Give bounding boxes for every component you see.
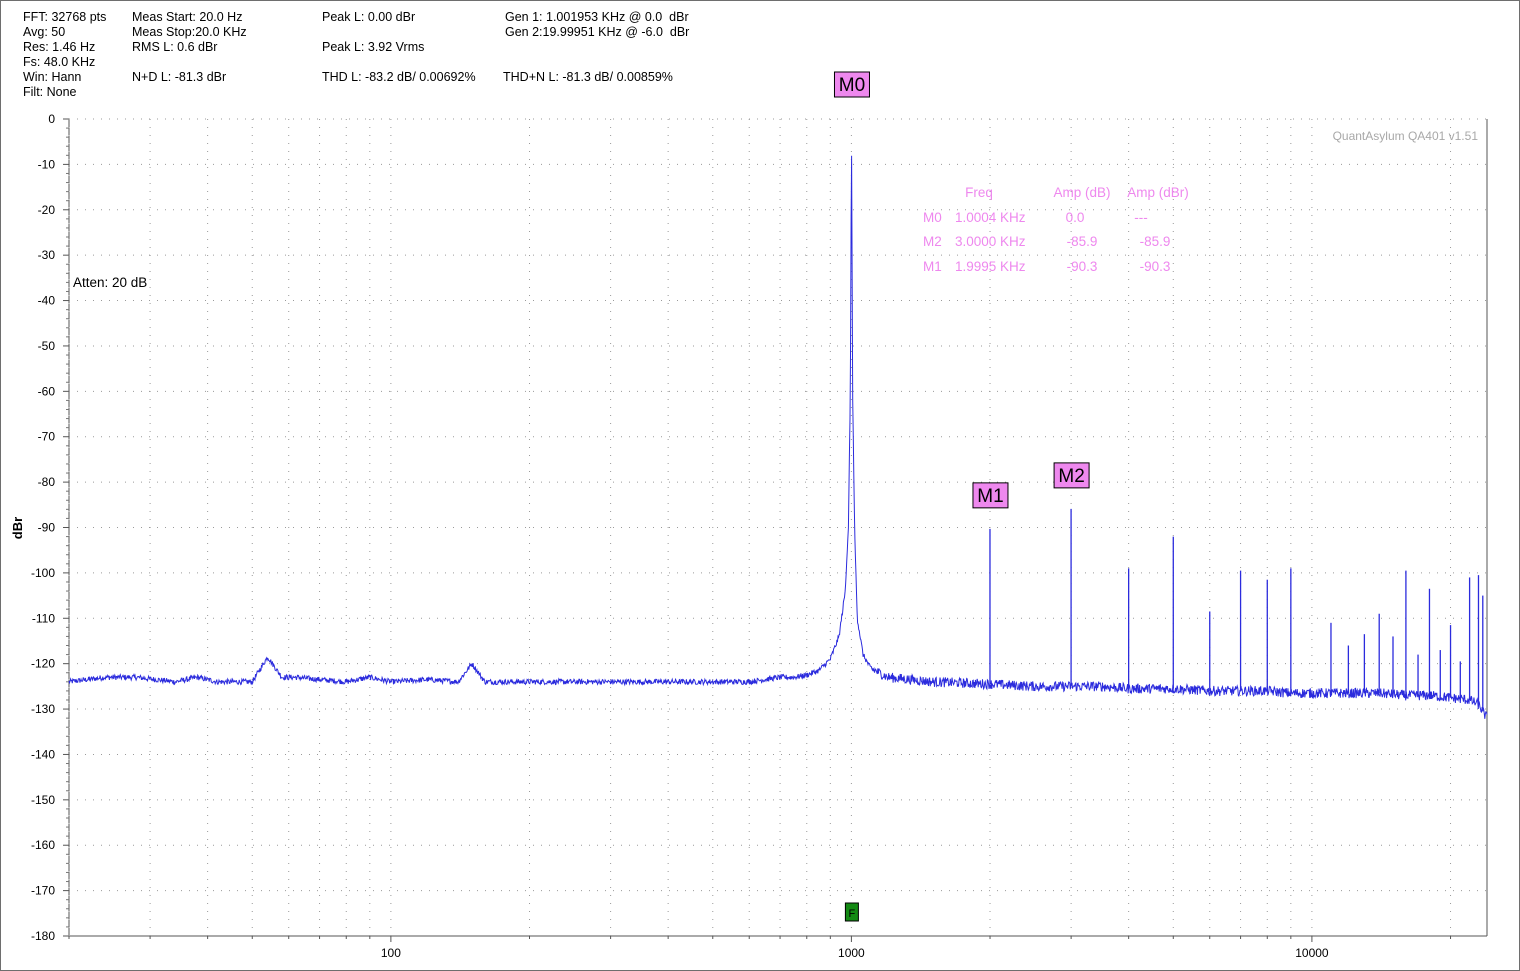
- table-row-amp-db: -90.3: [1067, 259, 1098, 274]
- y-tick-label: -160: [31, 838, 55, 852]
- y-tick-label: -70: [38, 430, 56, 444]
- x-tick-label: 10000: [1295, 946, 1329, 960]
- y-tick-label: -180: [31, 929, 55, 943]
- table-row-amp-db: -85.9: [1067, 234, 1098, 249]
- y-tick-label: -30: [38, 248, 56, 262]
- table-row-freq: 1.9995 KHz: [955, 259, 1026, 274]
- x-axis-ticks: 100 1000 10000: [68, 936, 1452, 960]
- atten-label: Atten: 20 dB: [73, 275, 147, 290]
- table-row-amp-db: 0.0: [1066, 210, 1085, 225]
- y-tick-label: -110: [32, 611, 55, 625]
- table-header-amp-db: Amp (dB): [1053, 185, 1110, 200]
- spectrum-trace: [68, 155, 1488, 719]
- table-row-freq: 1.0004 KHz: [955, 210, 1026, 225]
- table-row-amp-dbr: -85.9: [1140, 234, 1171, 249]
- marker-label: M0: [839, 75, 865, 96]
- x-tick-label: 1000: [838, 946, 865, 960]
- y-tick-label: -80: [38, 475, 56, 489]
- y-tick-label: -10: [38, 157, 56, 171]
- spectrum-chart[interactable]: 0 -10 -20 -30 -40 -50 -60 -70 -80 -90 -100 -110 -120…: [0, 0, 1520, 971]
- y-tick-label: -140: [31, 747, 55, 761]
- watermark: QuantAsylum QA401 v1.51: [1333, 129, 1479, 143]
- marker-label: M1: [977, 486, 1003, 507]
- y-tick-label: -90: [38, 521, 56, 535]
- x-tick-label: 100: [381, 946, 401, 960]
- table-header-freq: Freq: [965, 185, 993, 200]
- marker-labels: M0 M1 M2 F: [833, 71, 1090, 922]
- table-row-amp-dbr: ---: [1134, 210, 1148, 225]
- y-tick-label: -170: [31, 884, 55, 898]
- table-row-freq: 3.0000 KHz: [955, 234, 1026, 249]
- table-row-marker: M1: [923, 259, 942, 274]
- f-marker-label: F: [849, 908, 856, 920]
- table-row-amp-dbr: -90.3: [1140, 259, 1171, 274]
- y-tick-label: -100: [31, 566, 55, 580]
- table-row-marker: M2: [923, 234, 942, 249]
- y-tick-label: -50: [38, 339, 56, 353]
- y-tick-label: -20: [38, 203, 56, 217]
- marker-label: M2: [1058, 466, 1084, 487]
- table-header-amp-dbr: Amp (dBr): [1127, 185, 1189, 200]
- chart-grid: [68, 118, 1488, 937]
- table-row-marker: M0: [923, 210, 942, 225]
- y-tick-label: -130: [31, 702, 55, 716]
- y-axis-ticks: 0 -10 -20 -30 -40 -50 -60 -70 -80 -90 -100 -110 -120…: [31, 112, 69, 943]
- y-tick-label: 0: [48, 112, 55, 126]
- y-tick-label: -60: [38, 384, 56, 398]
- y-tick-label: -150: [31, 793, 55, 807]
- y-axis-label: dBr: [10, 517, 25, 539]
- marker-table: Freq Amp (dB) Amp (dBr) M0 1.0004 KHz 0.…: [923, 185, 1189, 274]
- y-tick-label: -120: [31, 657, 55, 671]
- spectrum-line: [68, 155, 1488, 719]
- y-tick-label: -40: [38, 294, 56, 308]
